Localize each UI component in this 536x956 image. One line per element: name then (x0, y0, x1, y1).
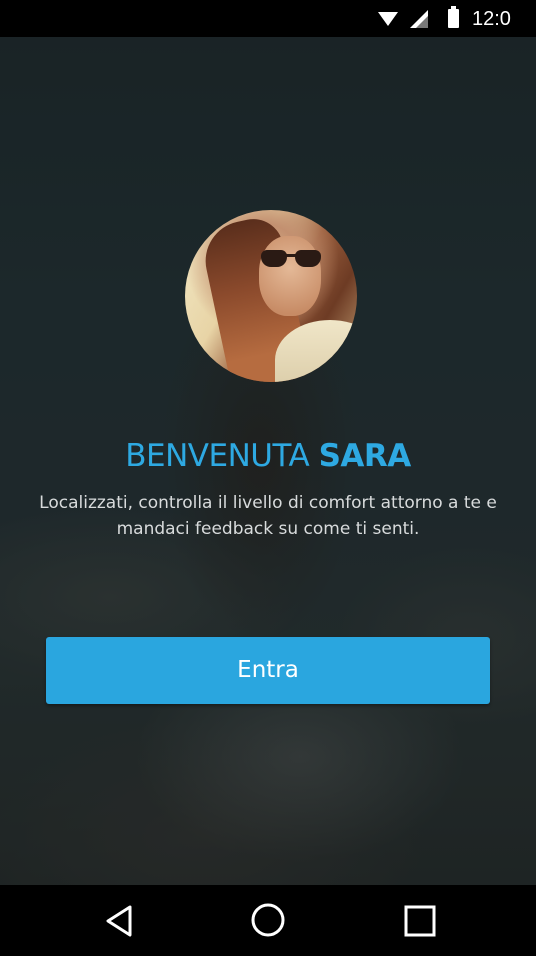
welcome-greeting: BENVENUTA (125, 438, 310, 474)
recents-icon[interactable] (402, 903, 438, 939)
phone-screen: 12:0 BENVENUTA SARA Localizzati, control… (0, 0, 536, 956)
battery-icon (448, 6, 459, 28)
welcome-screen: BENVENUTA SARA Localizzati, controlla il… (0, 37, 536, 885)
user-name: SARA (318, 438, 412, 474)
home-icon[interactable] (250, 902, 286, 938)
wifi-icon (378, 12, 398, 26)
welcome-title: BENVENUTA SARA (0, 438, 536, 474)
enter-button[interactable]: Entra (46, 637, 490, 704)
navigation-bar (0, 885, 536, 956)
status-bar: 12:0 (0, 0, 536, 37)
avatar (185, 210, 357, 382)
signal-strength-dim (416, 16, 428, 28)
status-time: 12:0 (472, 8, 511, 30)
back-icon[interactable] (102, 903, 138, 939)
welcome-description: Localizzati, controlla il livello di com… (39, 493, 497, 539)
